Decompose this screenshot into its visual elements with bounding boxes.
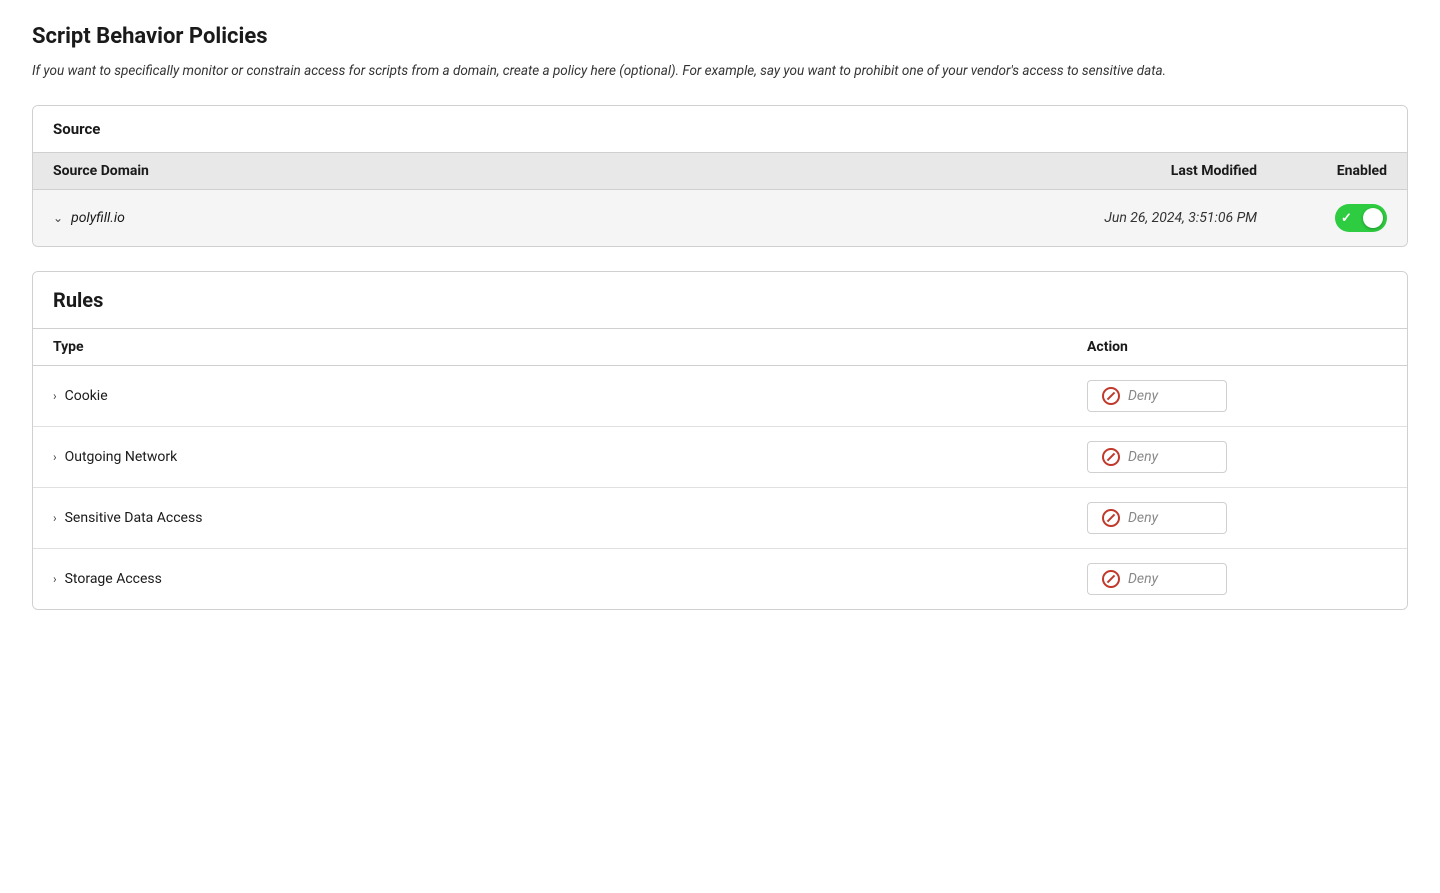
chevron-down-icon[interactable]: ⌄ (53, 211, 63, 225)
action-badge-sensitive-data[interactable]: Deny (1087, 502, 1227, 534)
rule-type-label-storage-access: Storage Access (65, 571, 162, 587)
source-column-headers: Source Domain Last Modified Enabled (33, 153, 1407, 190)
deny-icon-sensitive-data (1102, 509, 1120, 527)
rule-row-cookie: › Cookie Deny (33, 366, 1407, 427)
action-badge-cookie[interactable]: Deny (1087, 380, 1227, 412)
rule-type-label-cookie: Cookie (65, 388, 108, 404)
domain-name: polyfill.io (71, 210, 125, 226)
deny-text-storage-access: Deny (1128, 571, 1158, 587)
rule-type-cookie: › Cookie (53, 388, 1087, 404)
col-header-type: Type (53, 339, 1087, 355)
rule-action-sensitive-data: Deny (1087, 502, 1387, 534)
deny-icon-outgoing-network (1102, 448, 1120, 466)
rules-header: Rules (33, 272, 1407, 329)
rule-action-storage-access: Deny (1087, 563, 1387, 595)
chevron-right-icon[interactable]: › (53, 511, 57, 525)
rule-row-storage-access: › Storage Access Deny (33, 549, 1407, 609)
rule-row-outgoing-network: › Outgoing Network Deny (33, 427, 1407, 488)
chevron-right-icon[interactable]: › (53, 450, 57, 464)
action-badge-storage-access[interactable]: Deny (1087, 563, 1227, 595)
toggle-checkmark: ✓ (1341, 211, 1352, 226)
rule-action-outgoing-network: Deny (1087, 441, 1387, 473)
action-badge-outgoing-network[interactable]: Deny (1087, 441, 1227, 473)
rule-row-sensitive-data: › Sensitive Data Access Deny (33, 488, 1407, 549)
source-table: Source Source Domain Last Modified Enabl… (32, 105, 1408, 247)
chevron-right-icon[interactable]: › (53, 389, 57, 403)
col-header-enabled: Enabled (1257, 163, 1387, 179)
rule-type-label-outgoing-network: Outgoing Network (65, 449, 178, 465)
enabled-cell: ✓ (1257, 204, 1387, 232)
chevron-right-icon[interactable]: › (53, 572, 57, 586)
deny-text-cookie: Deny (1128, 388, 1158, 404)
col-header-last-modified: Last Modified (997, 163, 1257, 179)
rule-type-label-sensitive-data: Sensitive Data Access (65, 510, 203, 526)
deny-text-outgoing-network: Deny (1128, 449, 1158, 465)
deny-icon-storage-access (1102, 570, 1120, 588)
col-header-action: Action (1087, 339, 1387, 355)
page-description: If you want to specifically monitor or c… (32, 61, 1408, 81)
source-section-label: Source (53, 120, 100, 138)
rule-action-cookie: Deny (1087, 380, 1387, 412)
source-domain-cell: ⌄ polyfill.io (53, 210, 997, 226)
rules-column-headers: Type Action (33, 329, 1407, 366)
rule-type-outgoing-network: › Outgoing Network (53, 449, 1087, 465)
source-row: ⌄ polyfill.io Jun 26, 2024, 3:51:06 PM ✓ (33, 190, 1407, 246)
source-section-header: Source (33, 106, 1407, 153)
rules-title: Rules (53, 288, 1387, 312)
deny-text-sensitive-data: Deny (1128, 510, 1158, 526)
page-title: Script Behavior Policies (32, 24, 1408, 49)
toggle-knob (1363, 208, 1383, 228)
col-header-source-domain: Source Domain (53, 163, 997, 179)
last-modified-value: Jun 26, 2024, 3:51:06 PM (997, 210, 1257, 226)
rule-type-storage-access: › Storage Access (53, 571, 1087, 587)
enabled-toggle[interactable]: ✓ (1335, 204, 1387, 232)
rules-section: Rules Type Action › Cookie Deny › Outgoi… (32, 271, 1408, 610)
rule-type-sensitive-data: › Sensitive Data Access (53, 510, 1087, 526)
deny-icon-cookie (1102, 387, 1120, 405)
